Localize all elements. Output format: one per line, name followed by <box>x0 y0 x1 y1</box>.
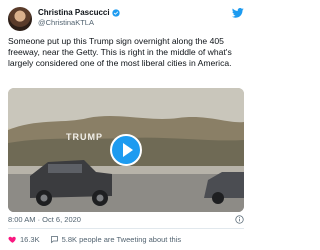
play-button[interactable] <box>110 134 142 166</box>
play-icon <box>122 143 133 157</box>
author-names: Christina Pascucci @ChristinaKTLA <box>38 8 120 28</box>
twitter-logo-icon[interactable] <box>232 8 244 18</box>
tweet-timestamp[interactable]: 8:00 AM · Oct 6, 2020 <box>8 215 81 225</box>
verified-icon <box>111 9 120 17</box>
like-count: 16.3K <box>20 234 40 244</box>
heart-icon <box>8 236 16 243</box>
talking-action[interactable]: 5.8K people are Tweeting about this <box>50 234 182 244</box>
talking-count: 5.8K people are Tweeting about this <box>61 234 182 244</box>
tweet-header: Christina Pascucci @ChristinaKTLA <box>8 6 244 32</box>
author-handle[interactable]: @ChristinaKTLA <box>38 18 120 28</box>
display-name-text[interactable]: Christina Pascucci <box>38 8 110 18</box>
sign-text: TRUMP <box>66 132 103 142</box>
tweet-card[interactable]: Christina Pascucci @ChristinaKTLA Someon… <box>0 0 250 250</box>
like-action[interactable]: 16.3K <box>8 235 40 244</box>
avatar[interactable] <box>8 7 32 31</box>
chat-bubble-icon <box>50 235 58 243</box>
info-icon[interactable] <box>235 215 244 224</box>
tweet-video[interactable]: TRUMP <box>8 88 244 212</box>
divider <box>8 228 244 229</box>
author-display-name[interactable]: Christina Pascucci <box>38 8 120 18</box>
trump-sign: TRUMP <box>66 132 103 142</box>
tweet-actions: 16.3K 5.8K people are Tweeting about thi… <box>8 233 244 245</box>
tweet-text: Someone put up this Trump sign overnight… <box>8 36 232 68</box>
